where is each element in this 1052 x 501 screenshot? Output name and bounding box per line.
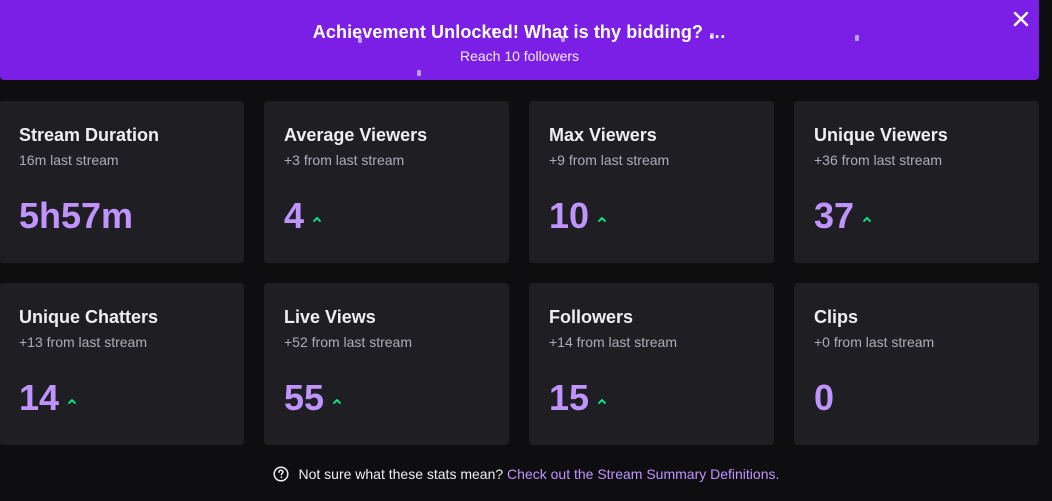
stat-value: 14: [19, 377, 60, 418]
stat-change: 16m last stream: [19, 152, 119, 168]
stat-card-unique-chatters: Unique Chatters +13 from last stream 14: [0, 283, 244, 445]
close-icon: [1013, 11, 1029, 27]
stats-help-footer: Not sure what these stats mean? Check ou…: [0, 466, 1052, 482]
trend-up-icon: [863, 217, 871, 222]
stat-card-unique-viewers: Unique Viewers +36 from last stream 37: [794, 101, 1039, 263]
stat-change: +36 from last stream: [814, 152, 942, 168]
close-button[interactable]: [1008, 6, 1034, 32]
trend-up-icon: [68, 399, 76, 404]
stat-title: Stream Duration: [19, 125, 160, 145]
stat-title: Live Views: [284, 307, 376, 327]
confetti-piece: [417, 70, 421, 76]
stat-change: +9 from last stream: [549, 152, 670, 168]
stat-card-followers: Followers +14 from last stream 15: [529, 283, 774, 445]
stat-value: 15: [549, 377, 590, 418]
stat-title: Clips: [814, 307, 859, 327]
stat-card-stream-duration: Stream Duration 16m last stream 5h57m: [0, 101, 244, 263]
stat-title: Unique Viewers: [814, 125, 948, 145]
stat-value: 5h57m: [19, 195, 134, 236]
stat-value: 10: [549, 195, 590, 236]
stat-card-max-viewers: Max Viewers +9 from last stream 10: [529, 101, 774, 263]
help-question-text: Not sure what these stats mean?: [298, 466, 504, 482]
stream-summary-definitions-link[interactable]: Check out the Stream Summary Definitions…: [507, 466, 779, 482]
stat-change: +14 from last stream: [549, 334, 677, 350]
banner-title: Achievement Unlocked! What is thy biddin…: [312, 22, 727, 42]
stat-change: +3 from last stream: [284, 152, 405, 168]
stat-change: +0 from last stream: [814, 334, 935, 350]
stat-value: 0: [814, 377, 835, 418]
banner-subtitle: Reach 10 followers: [459, 48, 580, 64]
stat-title: Average Viewers: [284, 125, 428, 145]
stat-change: +52 from last stream: [284, 334, 412, 350]
stat-value: 4: [284, 195, 305, 236]
stat-value: 37: [814, 195, 855, 236]
question-circle-icon: [273, 466, 289, 482]
stat-card-clips: Clips +0 from last stream 0: [794, 283, 1039, 445]
stat-title: Max Viewers: [549, 125, 657, 145]
stat-title: Unique Chatters: [19, 307, 159, 327]
stat-value: 55: [284, 377, 325, 418]
stat-card-average-viewers: Average Viewers +3 from last stream 4: [264, 101, 509, 263]
trend-up-icon: [598, 217, 606, 222]
trend-up-icon: [313, 217, 321, 222]
trend-up-icon: [598, 399, 606, 404]
stat-title: Followers: [549, 307, 634, 327]
stat-card-live-views: Live Views +52 from last stream 55: [264, 283, 509, 445]
stat-change: +13 from last stream: [19, 334, 147, 350]
achievement-banner: Achievement Unlocked! What is thy biddin…: [0, 0, 1039, 80]
trend-up-icon: [333, 399, 341, 404]
